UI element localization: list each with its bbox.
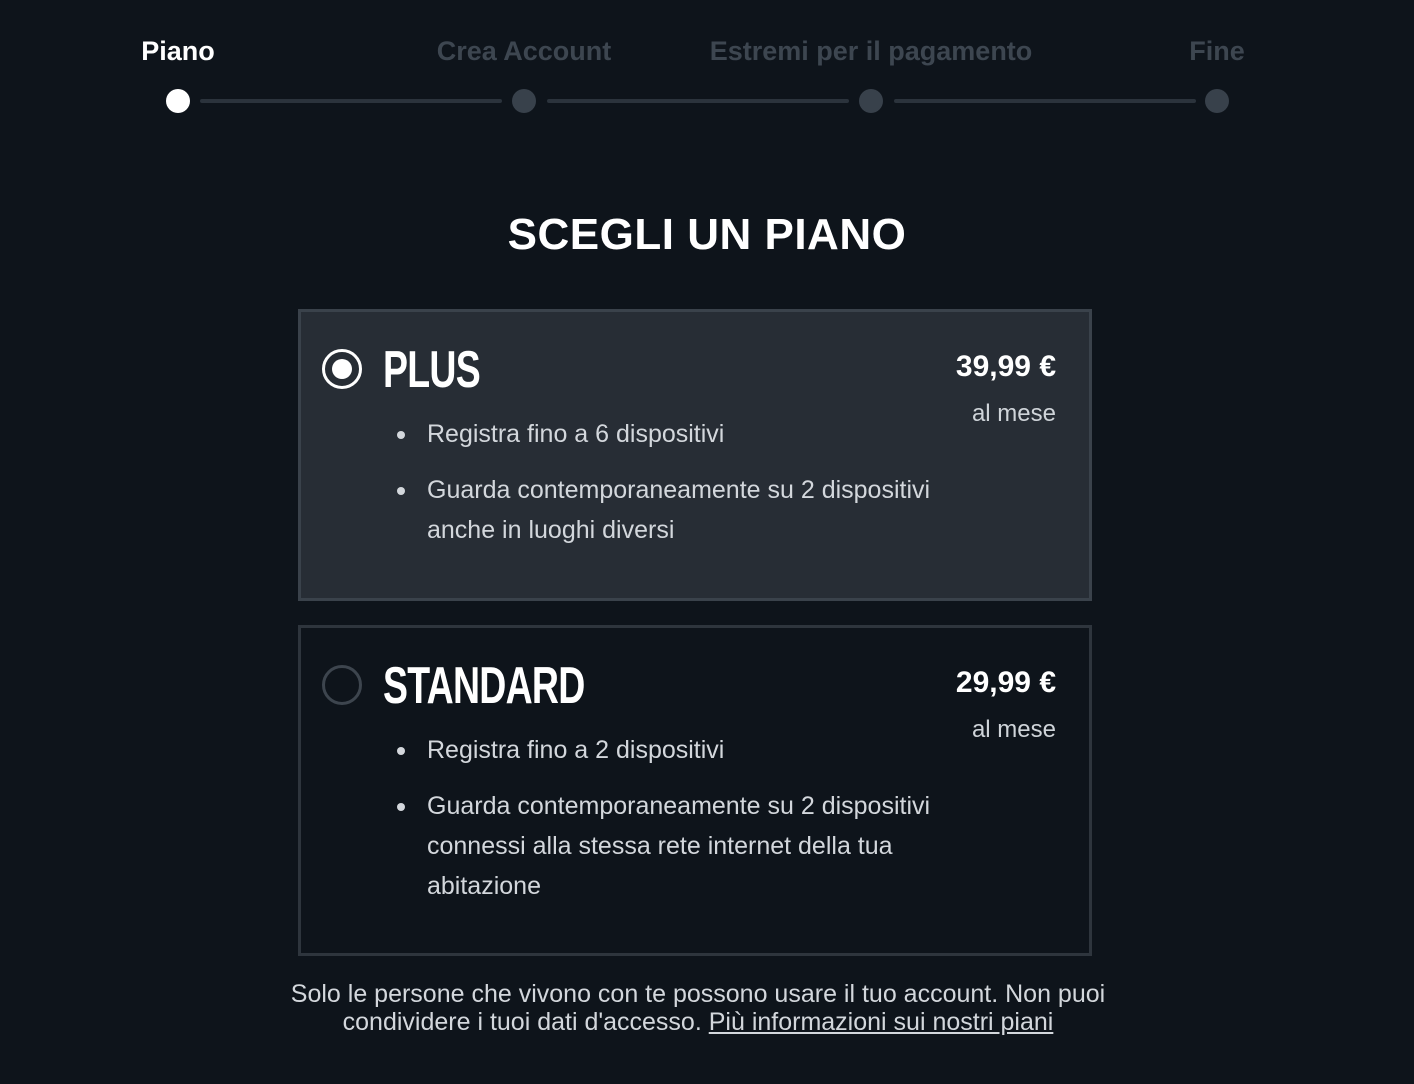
- step-dot-estremi-pagamento: [859, 89, 883, 113]
- plan-price: 39,99 €: [955, 350, 1056, 383]
- radio-standard[interactable]: [322, 665, 362, 705]
- step-dot-piano: [166, 89, 190, 113]
- plan-feature: Registra fino a 2 dispositivi: [397, 730, 987, 770]
- plan-price: 29,99 €: [955, 666, 1056, 699]
- step-connector: [547, 99, 849, 103]
- step-dot-fine: [1205, 89, 1229, 113]
- plan-card-standard[interactable]: STANDARD 29,99 € al mese Registra fino a…: [298, 625, 1092, 956]
- plan-name: PLUS: [383, 341, 481, 399]
- step-label-estremi-pagamento: Estremi per il pagamento: [709, 36, 1033, 66]
- radio-dot-icon: [332, 359, 352, 379]
- page-title: SCEGLI UN PIANO: [507, 210, 907, 259]
- step-connector: [894, 99, 1196, 103]
- plan-name: STANDARD: [383, 657, 585, 715]
- plan-card-plus[interactable]: PLUS 39,99 € al mese Registra fino a 6 d…: [298, 309, 1092, 601]
- step-label-crea-account: Crea Account: [436, 36, 612, 66]
- step-dot-crea-account: [512, 89, 536, 113]
- plan-features: Registra fino a 2 dispositivi Guarda con…: [389, 730, 987, 922]
- radio-plus-selected[interactable]: [322, 349, 362, 389]
- plan-feature: Guarda contemporaneamente su 2 dispositi…: [397, 786, 987, 906]
- plans-info-link[interactable]: Più informazioni sui nostri piani: [709, 1008, 1054, 1036]
- step-connector: [200, 99, 502, 103]
- step-label-piano: Piano: [141, 36, 215, 66]
- plan-feature: Guarda contemporaneamente su 2 dispositi…: [397, 470, 987, 550]
- plan-feature: Registra fino a 6 dispositivi: [397, 414, 987, 454]
- plan-features: Registra fino a 6 dispositivi Guarda con…: [389, 414, 987, 566]
- progress-stepper: Piano Crea Account Estremi per il pagame…: [0, 0, 1414, 140]
- account-sharing-notice: Solo le persone che vivono con te posson…: [290, 980, 1106, 1036]
- step-label-fine: Fine: [1189, 36, 1245, 66]
